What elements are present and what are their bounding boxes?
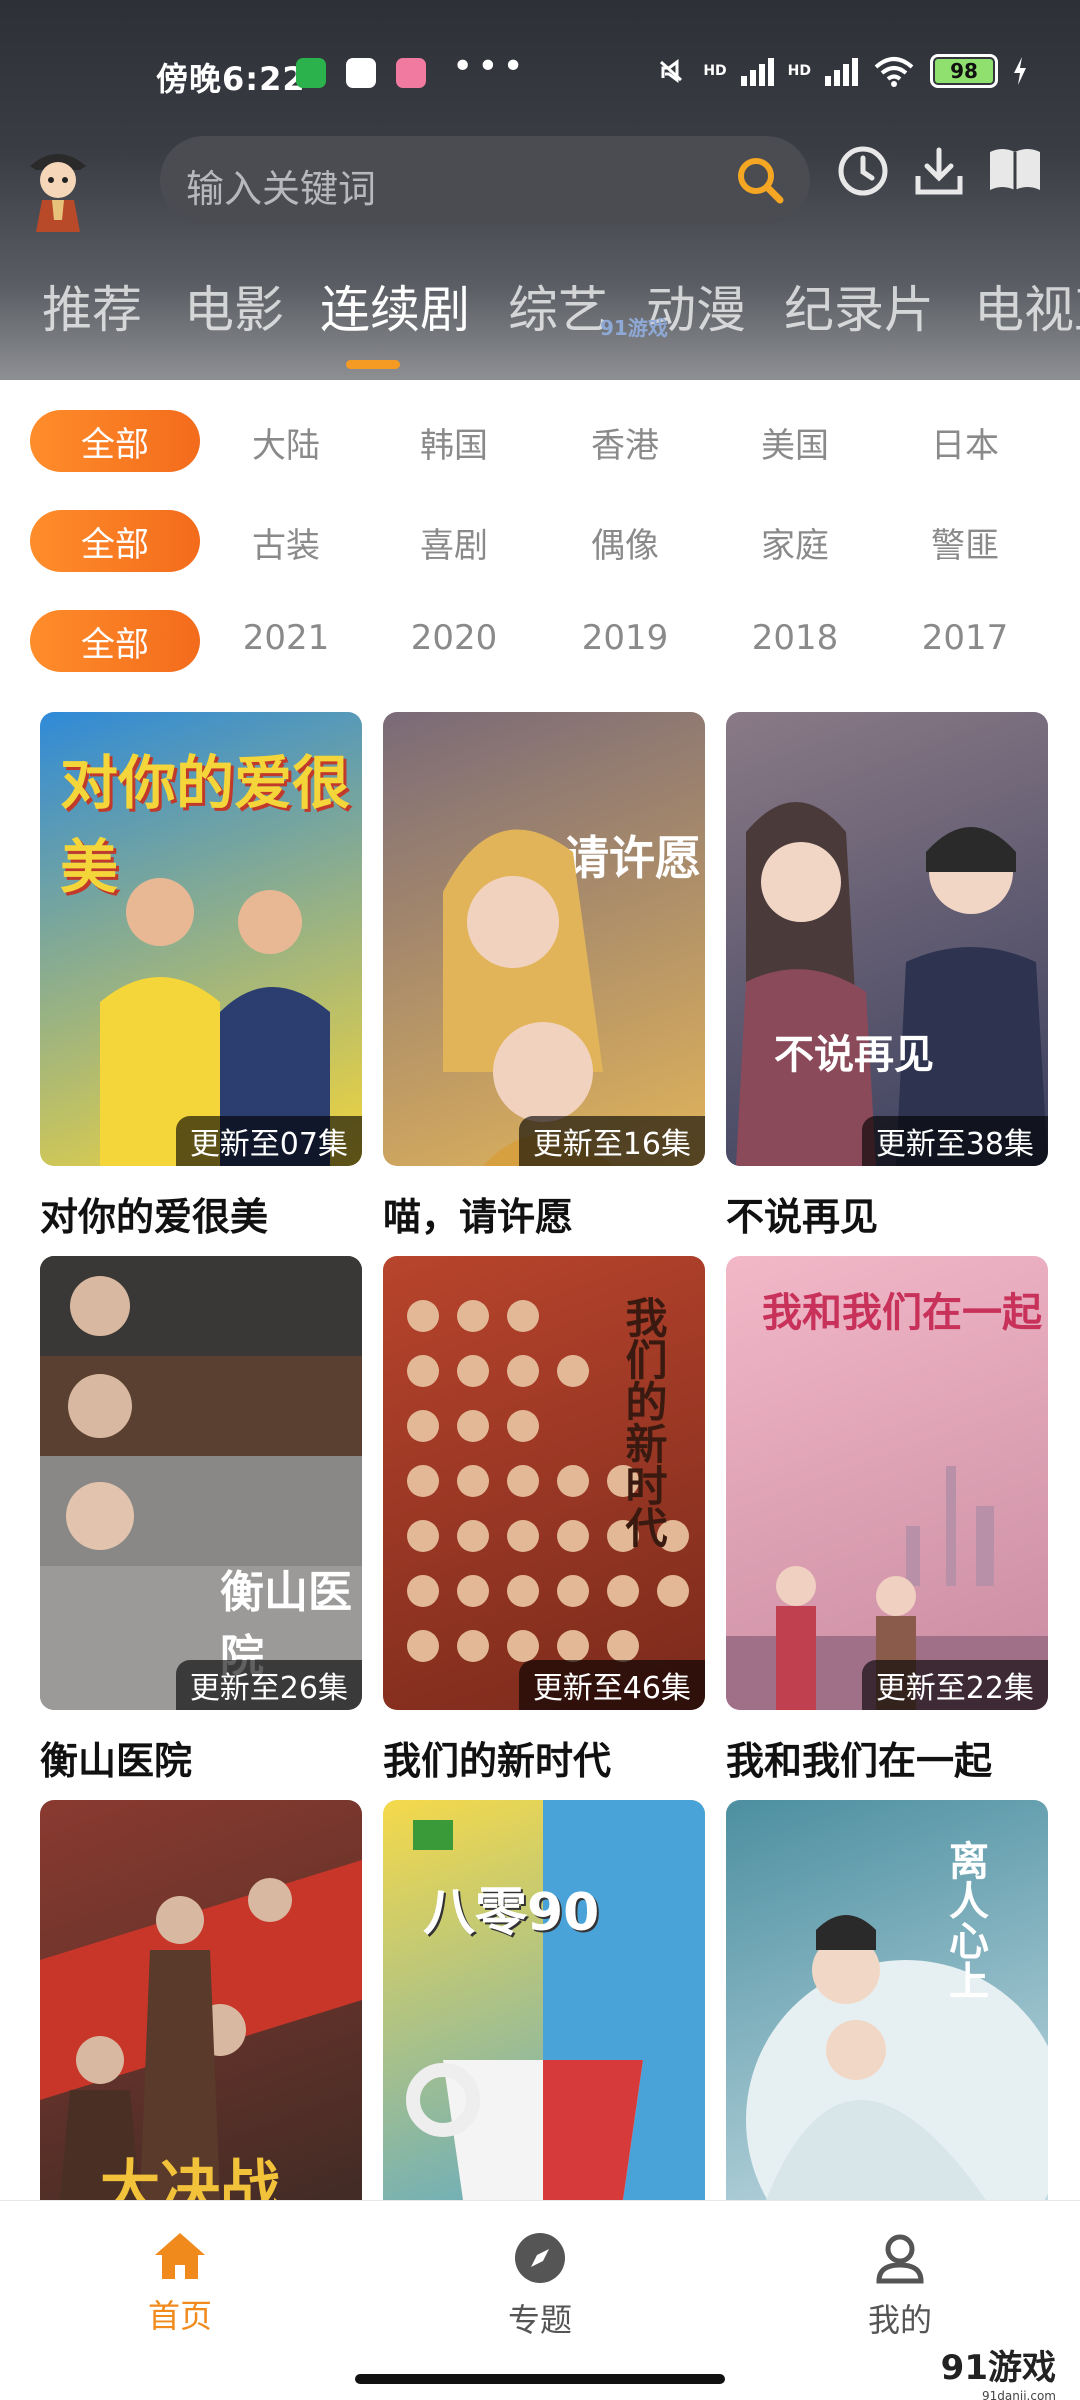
region-all-pill[interactable]: 全部 [30,410,200,472]
nav-topics[interactable]: 专题 [440,2231,640,2341]
region-option[interactable]: 韩国 [384,418,524,467]
update-badge: 更新至16集 [518,1116,705,1166]
update-badge: 更新至46集 [518,1660,705,1710]
tab-live-tv[interactable]: 电视直 [974,270,1080,342]
poster-figures [736,802,1048,1166]
show-poster[interactable]: 对你的爱很美 更新至07集 [40,712,362,1166]
home-icon [155,2233,205,2279]
genre-option[interactable]: 警匪 [895,518,1035,567]
poster-figures [406,1800,705,2200]
bottom-navigation: 首页 专题 我的 [0,2200,1080,2400]
region-option[interactable]: 日本 [895,418,1035,467]
poster-title-art: 我们的新时代 [619,1296,668,1548]
poster-title-art: 我和我们在一起 [762,1290,1042,1336]
app-notification-icon-2 [396,58,426,88]
poster-figures [443,829,613,1166]
region-option[interactable]: 香港 [555,418,695,467]
show-poster[interactable]: 八零90 [383,1800,705,2254]
tab-recommended[interactable]: 推荐 [42,270,142,342]
brand-url: 91danji.com [982,2389,1056,2400]
charging-icon [1014,57,1026,85]
tab-documentary[interactable]: 纪录片 [784,270,934,342]
year-option[interactable]: 2018 [725,618,865,658]
show-poster[interactable]: 我和我们在一起 更新至22集 [726,1256,1048,1710]
hd-label: HD [703,63,727,79]
show-title[interactable]: 衡山医院 [40,1730,192,1785]
hd-label-2: HD [787,63,811,79]
nav-home[interactable]: 首页 [80,2231,280,2337]
active-tab-indicator [346,360,400,369]
nav-profile[interactable]: 我的 [800,2231,1000,2341]
year-filter-row: 全部 2021 2020 2019 2018 2017 [0,610,1080,674]
year-all-pill[interactable]: 全部 [30,610,200,672]
book-icon[interactable] [986,144,1044,198]
show-title[interactable]: 喵，请许愿 [383,1186,573,1241]
search-icon[interactable] [732,152,788,208]
region-option[interactable]: 大陆 [216,418,356,467]
update-badge: 更新至22集 [861,1660,1048,1710]
show-title[interactable]: 不说再见 [726,1186,878,1241]
poster-title-art: 八零90 [423,1883,600,1943]
show-title[interactable]: 我们的新时代 [383,1730,611,1785]
download-icon[interactable] [912,144,966,198]
show-poster[interactable]: 我们的新时代 更新至46集 [383,1256,705,1710]
more-notifications-icon: ••• [452,46,528,87]
show-poster[interactable]: 离人心上 [726,1800,1048,2254]
poster-title-art: 不说再见 [774,1032,934,1078]
tab-tv-series[interactable]: 连续剧 [320,270,470,342]
history-icon[interactable] [836,144,890,198]
genre-option[interactable]: 家庭 [725,518,865,567]
app-notification-icon [296,58,326,88]
shield-notification-icon [346,58,376,88]
category-tabs: 推荐 电影 连续剧 综艺 动漫 纪录片 电视直 [0,270,1080,350]
show-title[interactable]: 对你的爱很美 [40,1186,268,1241]
brand-watermark: 91游戏 91danji.com [941,2340,1056,2400]
brand-name: 91游戏 [940,2348,1056,2388]
status-time: 傍晚6:22 [156,60,306,98]
search-bar[interactable]: 输入关键词 [160,136,810,224]
tab-movies[interactable]: 电影 [184,270,284,342]
nav-home-label: 首页 [147,2297,212,2335]
show-title[interactable]: 我和我们在一起 [726,1730,992,1785]
show-poster[interactable]: 大决战 [40,1800,362,2254]
battery-icon: 98 [930,54,998,88]
compass-icon [515,2233,565,2283]
year-option[interactable]: 2019 [555,618,695,658]
show-poster[interactable]: 请许愿 更新至16集 [383,712,705,1166]
nav-topics-label: 专题 [507,2301,572,2339]
update-badge: 更新至38集 [861,1116,1048,1166]
mute-icon [660,59,683,83]
home-indicator[interactable] [355,2374,725,2384]
update-badge: 更新至07集 [175,1116,362,1166]
show-poster[interactable]: 不说再见 更新至38集 [726,712,1048,1166]
user-icon [876,2234,924,2284]
status-right: HD HD 98 [653,54,1028,88]
genre-all-pill[interactable]: 全部 [30,510,200,572]
genre-option[interactable]: 偶像 [555,518,695,567]
poster-title-art: 离人心上 [942,1840,988,2000]
status-bar: 傍晚6:22 ••• HD HD 98 [0,40,1080,110]
signal-icon [740,56,774,86]
year-option[interactable]: 2020 [384,618,524,658]
year-option[interactable]: 2021 [216,618,356,658]
tab-variety[interactable]: 综艺 [508,270,608,342]
genre-option[interactable]: 喜剧 [384,518,524,567]
show-poster[interactable]: 衡山医院 更新至26集 [40,1256,362,1710]
nav-profile-label: 我的 [867,2301,932,2339]
avatar[interactable] [24,140,92,236]
region-option[interactable]: 美国 [725,418,865,467]
poster-figures [746,1915,1048,2200]
genre-option[interactable]: 古装 [216,518,356,567]
year-option[interactable]: 2017 [895,618,1035,658]
wifi-icon [874,57,914,87]
region-filter-row: 全部 大陆 韩国 香港 美国 日本 [0,410,1080,474]
genre-filter-row: 全部 古装 喜剧 偶像 家庭 警匪 [0,510,1080,574]
signal-icon-2 [825,56,858,86]
update-badge: 更新至26集 [175,1660,362,1710]
watermark-logo: 91游戏 [600,316,668,340]
battery-level: 98 [935,59,993,83]
search-placeholder: 输入关键词 [186,167,377,211]
